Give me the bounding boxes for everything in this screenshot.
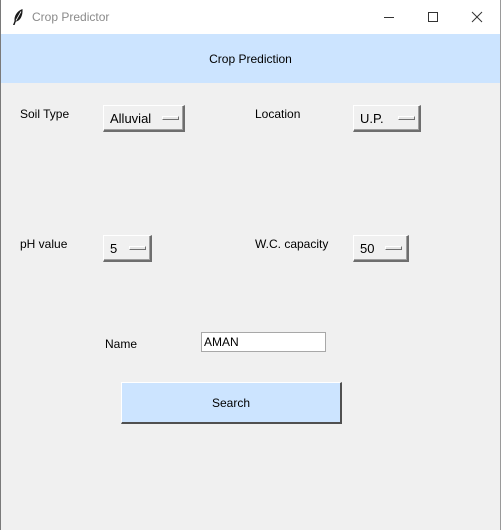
window-title: Crop Predictor bbox=[32, 10, 110, 24]
dropdown-indicator-icon bbox=[162, 116, 179, 120]
page-title: Crop Prediction bbox=[209, 51, 292, 66]
dropdown-indicator-icon bbox=[385, 246, 402, 250]
wc-capacity-dropdown[interactable]: 50 bbox=[353, 235, 409, 262]
wc-capacity-value: 50 bbox=[360, 241, 375, 256]
soil-type-label: Soil Type bbox=[20, 107, 70, 121]
ph-value: 5 bbox=[110, 241, 118, 256]
maximize-button[interactable] bbox=[410, 0, 456, 34]
soil-type-dropdown[interactable]: Alluvial bbox=[103, 105, 185, 132]
dropdown-indicator-icon bbox=[129, 246, 146, 250]
close-button[interactable] bbox=[454, 0, 500, 34]
ph-value-dropdown[interactable]: 5 bbox=[103, 235, 152, 262]
wc-capacity-label: W.C. capacity bbox=[255, 237, 329, 251]
title-bar[interactable]: Crop Predictor bbox=[1, 0, 500, 34]
minimize-button[interactable] bbox=[366, 0, 412, 34]
close-icon bbox=[471, 11, 483, 23]
minimize-icon bbox=[384, 17, 394, 18]
location-dropdown[interactable]: U.P. bbox=[353, 105, 421, 132]
maximize-icon bbox=[428, 12, 438, 22]
search-button[interactable]: Search bbox=[121, 382, 342, 424]
dropdown-indicator-icon bbox=[398, 116, 415, 120]
soil-type-value: Alluvial bbox=[110, 111, 152, 126]
location-value: U.P. bbox=[360, 111, 384, 126]
search-button-label: Search bbox=[211, 395, 251, 410]
name-label: Name bbox=[105, 337, 138, 351]
feather-icon bbox=[10, 8, 26, 26]
ph-value-label: pH value bbox=[20, 237, 68, 251]
name-input[interactable] bbox=[201, 332, 326, 352]
page-title-banner: Crop Prediction bbox=[1, 34, 500, 83]
location-label: Location bbox=[255, 107, 301, 121]
